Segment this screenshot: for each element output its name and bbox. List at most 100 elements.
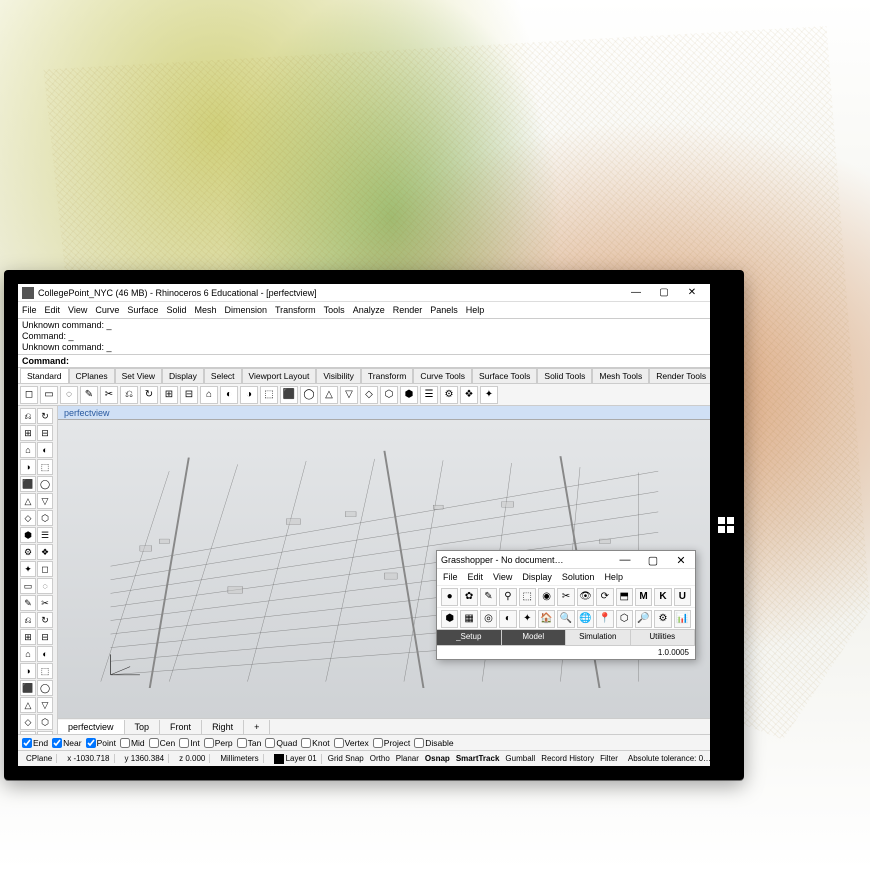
status-toggle-grid-snap[interactable]: Grid Snap — [328, 754, 364, 763]
toolbar-icon[interactable]: ☰ — [420, 386, 438, 404]
tab-solid-tools[interactable]: Solid Tools — [537, 368, 592, 383]
osnap-point[interactable]: Point — [86, 738, 116, 748]
gh-icon[interactable]: ◉ — [538, 588, 555, 606]
gh-menu-display[interactable]: Display — [522, 572, 552, 582]
tab-visibility[interactable]: Visibility — [316, 368, 361, 383]
gh-icon[interactable]: ⬢ — [441, 610, 458, 628]
menu-edit[interactable]: Edit — [45, 305, 61, 315]
toolbar-icon[interactable]: ◑ — [240, 386, 258, 404]
palette-icon[interactable]: ⬛ — [20, 476, 36, 492]
osnap-checkbox-near[interactable] — [52, 738, 62, 748]
gh-cat-setup[interactable]: _Setup — [437, 630, 502, 645]
gh-cat-model[interactable]: Model — [502, 630, 567, 645]
menu-render[interactable]: Render — [393, 305, 423, 315]
gh-icon[interactable]: 🔎 — [635, 610, 652, 628]
view-tab-top[interactable]: Top — [125, 720, 161, 734]
osnap-checkbox-disable[interactable] — [414, 738, 424, 748]
gh-menu-solution[interactable]: Solution — [562, 572, 595, 582]
toolbar-icon[interactable]: ✎ — [80, 386, 98, 404]
gh-icon[interactable]: ⚙ — [654, 610, 671, 628]
status-toggle-osnap[interactable]: Osnap — [425, 754, 450, 763]
palette-icon[interactable]: ⎌ — [20, 612, 36, 628]
gh-icon[interactable]: ⚲ — [499, 588, 516, 606]
status-toggle-gumball[interactable]: Gumball — [505, 754, 535, 763]
palette-icon[interactable]: △ — [20, 697, 36, 713]
toolbar-icon[interactable]: ⬡ — [380, 386, 398, 404]
gh-icon[interactable]: 📊 — [674, 610, 691, 628]
osnap-int[interactable]: Int — [179, 738, 199, 748]
palette-icon[interactable]: ◑ — [20, 663, 36, 679]
palette-icon[interactable]: ⌂ — [20, 646, 36, 662]
menu-view[interactable]: View — [68, 305, 87, 315]
minimize-button[interactable]: — — [622, 285, 650, 301]
view-tab-right[interactable]: Right — [202, 720, 244, 734]
menu-panels[interactable]: Panels — [430, 305, 458, 315]
gh-icon[interactable]: 🔍 — [557, 610, 574, 628]
status-layer[interactable]: Layer 01 — [270, 754, 322, 764]
osnap-mid[interactable]: Mid — [120, 738, 145, 748]
palette-icon[interactable]: ↻ — [37, 408, 53, 424]
menu-solid[interactable]: Solid — [166, 305, 186, 315]
tab-render-tools[interactable]: Render Tools — [649, 368, 710, 383]
osnap-checkbox-point[interactable] — [86, 738, 96, 748]
menu-tools[interactable]: Tools — [324, 305, 345, 315]
palette-icon[interactable]: ▽ — [37, 697, 53, 713]
palette-icon[interactable]: ▽ — [37, 493, 53, 509]
tab-mesh-tools[interactable]: Mesh Tools — [592, 368, 649, 383]
gh-menu-edit[interactable]: Edit — [468, 572, 484, 582]
palette-icon[interactable]: ⚙ — [20, 544, 36, 560]
toolbar-icon[interactable]: ◇ — [360, 386, 378, 404]
palette-icon[interactable]: ◐ — [37, 646, 53, 662]
gh-icon[interactable]: 🌐 — [577, 610, 594, 628]
palette-icon[interactable]: ◇ — [20, 510, 36, 526]
menu-mesh[interactable]: Mesh — [194, 305, 216, 315]
toolbar-icon[interactable]: △ — [320, 386, 338, 404]
gh-icon[interactable]: ◎ — [480, 610, 497, 628]
palette-icon[interactable]: ◯ — [37, 476, 53, 492]
close-button[interactable]: ✕ — [678, 285, 706, 301]
gh-letter-k[interactable]: K — [654, 588, 671, 606]
tab-surface-tools[interactable]: Surface Tools — [472, 368, 537, 383]
osnap-end[interactable]: End — [22, 738, 48, 748]
palette-icon[interactable]: ↻ — [37, 612, 53, 628]
toolbar-icon[interactable]: ⬢ — [400, 386, 418, 404]
osnap-checkbox-cen[interactable] — [149, 738, 159, 748]
tab-select[interactable]: Select — [204, 368, 242, 383]
maximize-button[interactable]: ▢ — [650, 285, 678, 301]
gh-icon[interactable]: ✎ — [480, 588, 497, 606]
menu-file[interactable]: File — [22, 305, 37, 315]
osnap-cen[interactable]: Cen — [149, 738, 176, 748]
osnap-perp[interactable]: Perp — [204, 738, 233, 748]
osnap-checkbox-perp[interactable] — [204, 738, 214, 748]
gh-cat-simulation[interactable]: Simulation — [566, 630, 631, 645]
command-line[interactable]: Command: — [18, 355, 710, 368]
palette-icon[interactable]: ❖ — [37, 544, 53, 560]
toolbar-icon[interactable]: ✂ — [100, 386, 118, 404]
gh-menu-help[interactable]: Help — [604, 572, 623, 582]
status-toggle-smarttrack[interactable]: SmartTrack — [456, 754, 500, 763]
toolbar-icon[interactable]: ⎌ — [120, 386, 138, 404]
palette-icon[interactable]: ◻ — [37, 561, 53, 577]
palette-icon[interactable]: ⊞ — [20, 425, 36, 441]
palette-icon[interactable]: ⬚ — [37, 459, 53, 475]
palette-icon[interactable]: ☰ — [37, 527, 53, 543]
osnap-checkbox-quad[interactable] — [265, 738, 275, 748]
toolbar-icon[interactable]: ▭ — [40, 386, 58, 404]
menu-transform[interactable]: Transform — [275, 305, 316, 315]
gh-cat-utilities[interactable]: Utilities — [631, 630, 696, 645]
grasshopper-titlebar[interactable]: Grasshopper - No document… — ▢ ✕ — [437, 551, 695, 569]
palette-icon[interactable]: ◇ — [20, 714, 36, 730]
osnap-checkbox-knot[interactable] — [301, 738, 311, 748]
palette-icon[interactable]: ◑ — [20, 459, 36, 475]
gh-icon[interactable]: ● — [441, 588, 458, 606]
toolbar-icon[interactable]: ⊟ — [180, 386, 198, 404]
osnap-checkbox-mid[interactable] — [120, 738, 130, 748]
gh-menu-file[interactable]: File — [443, 572, 458, 582]
toolbar-icon[interactable]: ⬚ — [260, 386, 278, 404]
palette-icon[interactable]: ◯ — [37, 680, 53, 696]
menu-surface[interactable]: Surface — [127, 305, 158, 315]
tab-set-view[interactable]: Set View — [115, 368, 162, 383]
osnap-near[interactable]: Near — [52, 738, 81, 748]
osnap-knot[interactable]: Knot — [301, 738, 330, 748]
gh-icon[interactable]: ◐ — [499, 610, 516, 628]
